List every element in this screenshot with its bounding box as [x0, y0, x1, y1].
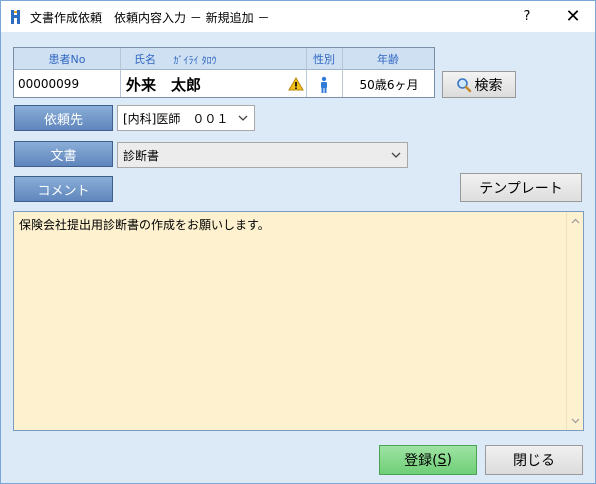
col-divider: [306, 48, 307, 97]
document-button[interactable]: 文書: [14, 141, 113, 167]
header-age: 年齢: [377, 53, 399, 66]
document-select-value: 診断書: [123, 148, 160, 163]
help-icon: ?: [523, 9, 531, 24]
requestee-select-value: [内科]医師 ００１: [123, 111, 229, 126]
document-select[interactable]: 診断書: [117, 142, 408, 168]
register-shortcut-key: S: [437, 452, 447, 468]
requestee-select[interactable]: [内科]医師 ００１: [117, 105, 255, 131]
requestee-button-label: 依頼先: [43, 112, 83, 128]
magnifier-icon: [456, 77, 471, 92]
scroll-down-icon[interactable]: [571, 416, 580, 425]
header-sex: 性別: [313, 53, 335, 66]
male-icon: [321, 76, 327, 93]
close-button[interactable]: 閉じる: [485, 445, 583, 475]
window-title: 文書作成依頼 依頼内容入力 － 新規追加 －: [30, 11, 270, 25]
patient-name-value: 外来 太郎: [126, 75, 202, 94]
patient-info-table: 患者No 氏名 ｶﾞｲﾗｲ ﾀﾛｳ 性別 年齢 00000099 外来 太郎 5…: [13, 47, 435, 98]
app-icon: [11, 10, 20, 24]
template-button[interactable]: テンプレート: [460, 173, 582, 202]
dialog-window: 文書作成依頼 依頼内容入力 － 新規追加 － ? ✕ 患者No 氏名 ｶﾞｲﾗｲ…: [0, 0, 596, 484]
comment-textarea[interactable]: 保険会社提出用診断書の作成をお願いします。: [13, 211, 584, 431]
header-kana: ｶﾞｲﾗｲ ﾀﾛｳ: [173, 55, 217, 67]
chevron-down-icon: [238, 115, 248, 121]
header-patient-no: 患者No: [48, 53, 86, 66]
requestee-button[interactable]: 依頼先: [14, 105, 113, 131]
col-divider: [120, 48, 121, 97]
template-button-label: テンプレート: [479, 180, 563, 197]
document-button-label: 文書: [50, 148, 77, 164]
comment-button-label: コメント: [37, 183, 90, 199]
scroll-up-icon[interactable]: [571, 217, 580, 226]
patient-age-value: 50歳6ヶ月: [359, 77, 419, 92]
register-button-label: 登録(: [404, 453, 438, 469]
search-button-label: 検索: [474, 77, 503, 94]
register-button[interactable]: 登録(S): [379, 445, 477, 475]
chevron-down-icon: [391, 152, 401, 158]
comment-button[interactable]: コメント: [14, 176, 113, 202]
warning-icon: [288, 77, 304, 91]
vertical-scrollbar[interactable]: [566, 212, 583, 430]
close-window-button[interactable]: ✕: [550, 1, 596, 32]
header-name: 氏名: [134, 53, 156, 66]
patient-no-value: 00000099: [18, 77, 80, 91]
close-button-label: 閉じる: [513, 453, 555, 469]
comment-text: 保険会社提出用診断書の作成をお願いします。: [19, 218, 270, 232]
search-button[interactable]: 検索: [442, 71, 516, 98]
help-button[interactable]: ?: [504, 1, 550, 32]
close-icon: ✕: [565, 6, 581, 27]
title-bar: 文書作成依頼 依頼内容入力 － 新規追加 － ? ✕: [1, 1, 595, 32]
register-button-label-end: ): [446, 452, 452, 468]
col-divider: [342, 48, 343, 97]
